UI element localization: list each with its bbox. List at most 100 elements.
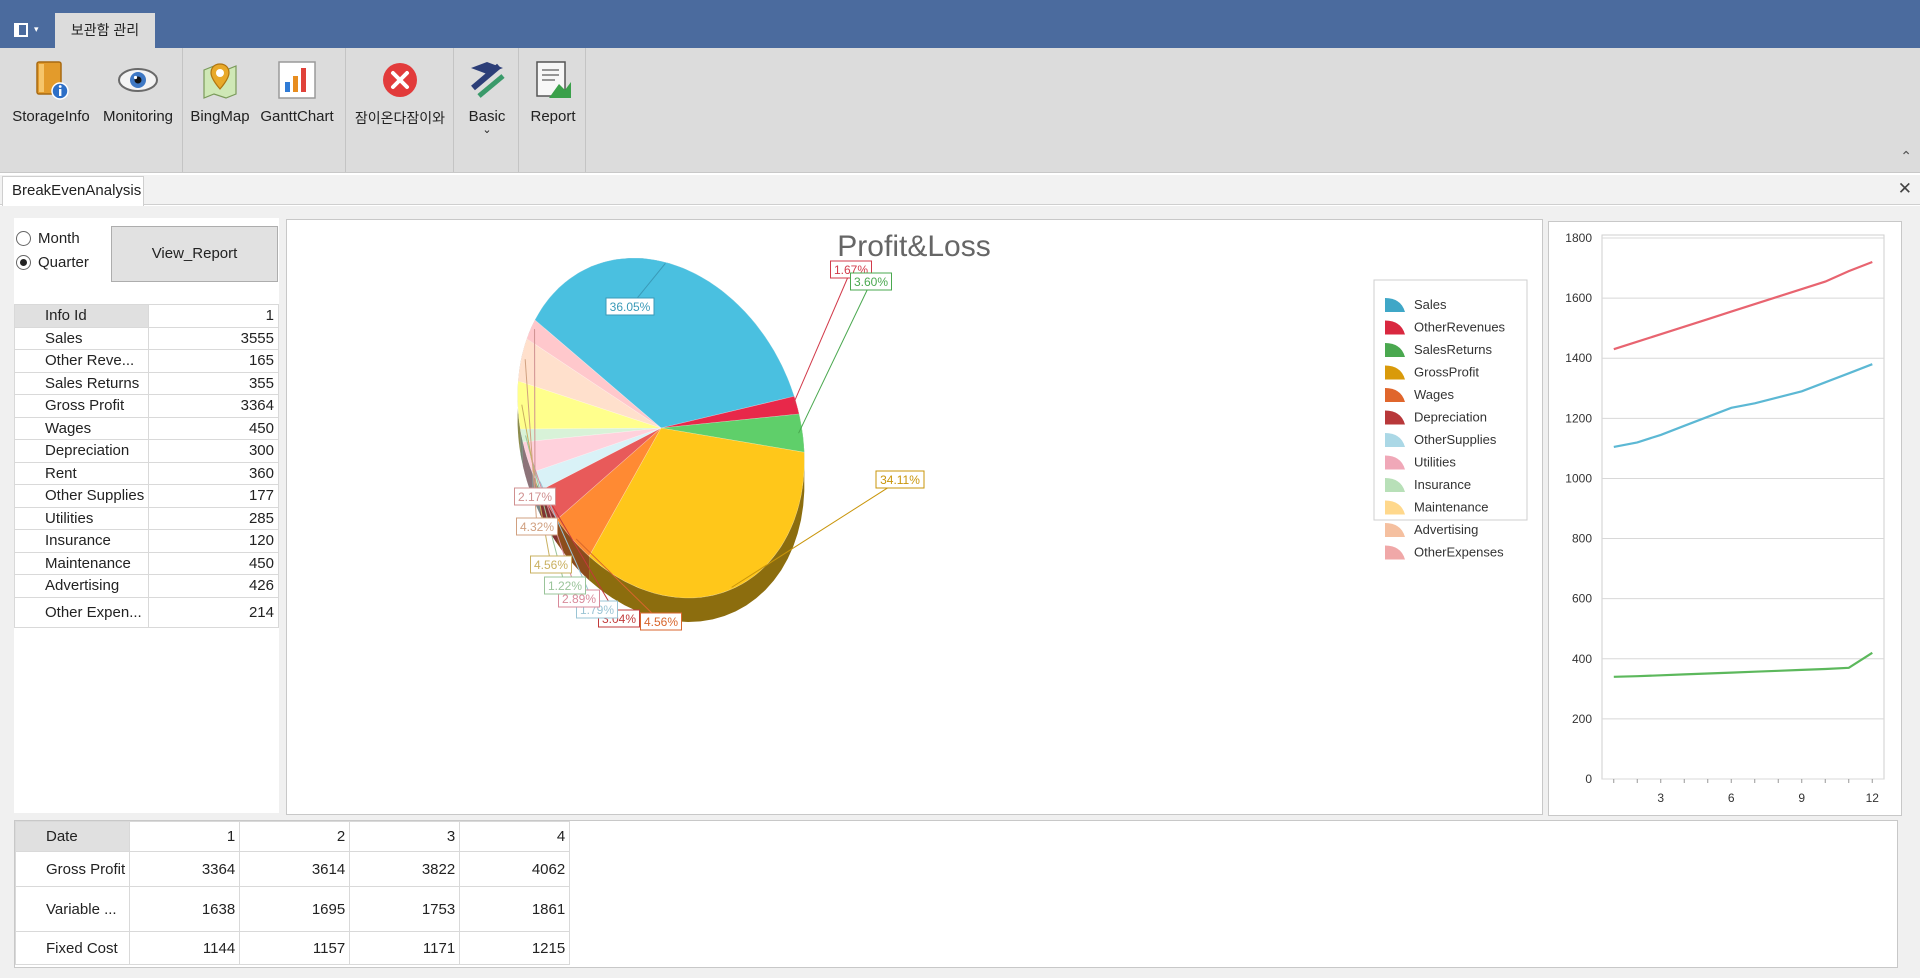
line-series-1[interactable] (1613, 260, 1873, 351)
info-table-value[interactable]: 355 (148, 371, 279, 395)
monitoring-button[interactable]: Monitoring (98, 58, 178, 125)
info-table-row[interactable]: Utilities 285 (13, 506, 279, 530)
storage-info-button[interactable]: StorageInfo (9, 58, 93, 125)
grid-cell[interactable]: 1753 (349, 886, 461, 932)
info-table-value[interactable]: 1 (148, 304, 279, 328)
line-series-3[interactable] (1613, 651, 1873, 678)
grid-row[interactable]: Fixed Cost 1144 1157 1171 1215 (14, 931, 571, 965)
grid-cell[interactable]: 3614 (239, 851, 351, 887)
bing-map-label: BingMap (190, 108, 250, 125)
ribbon-group-basic: Basic ⌄ (454, 48, 519, 172)
info-table-row[interactable]: Insurance 120 (13, 529, 279, 553)
info-table-value[interactable]: 360 (148, 461, 279, 485)
legend-item[interactable]: OtherSupplies (1414, 432, 1497, 447)
info-table-row[interactable]: Maintenance 450 (13, 551, 279, 575)
basic-icon (465, 58, 509, 102)
report-button[interactable]: Report (525, 58, 581, 125)
info-table-row[interactable]: Rent 360 (13, 461, 279, 485)
info-table-row[interactable]: Sales Returns 355 (13, 371, 279, 395)
info-table-value[interactable]: 214 (148, 596, 279, 628)
info-table-row[interactable]: Info Id 1 (13, 304, 279, 328)
legend-swatch (1385, 545, 1405, 560)
radio-month[interactable]: Month (16, 230, 80, 247)
legend-item[interactable]: Maintenance (1414, 500, 1488, 515)
x-tick-label: 3 (1657, 791, 1664, 805)
grid-cell[interactable]: 3822 (349, 851, 461, 887)
info-table-value[interactable]: 300 (148, 439, 279, 463)
info-table-row[interactable]: Other Expen... 214 (13, 596, 279, 628)
info-table-row[interactable]: Other Supplies 177 (13, 484, 279, 508)
info-table-value[interactable]: 285 (148, 506, 279, 530)
basic-label: Basic (468, 108, 506, 125)
grid-cell[interactable]: 1861 (459, 886, 571, 932)
radio-quarter[interactable]: Quarter (16, 254, 89, 271)
gantt-chart-button[interactable]: GanttChart (256, 58, 338, 125)
info-table-value[interactable]: 177 (148, 484, 279, 508)
grid-cell[interactable]: 1171 (349, 931, 461, 965)
legend-item[interactable]: GrossProfit (1414, 365, 1479, 380)
basic-dropdown-button[interactable]: Basic ⌄ (460, 58, 514, 136)
grid-row[interactable]: Gross Profit 3364 3614 3822 4062 (14, 851, 571, 887)
ribbon-tab-storage-management[interactable]: 보관함 관리 (55, 13, 155, 48)
info-table-row[interactable]: Other Reve... 165 (13, 349, 279, 373)
storage-info-label: StorageInfo (12, 108, 90, 125)
grid-cell[interactable]: 3364 (129, 851, 241, 887)
info-table-row[interactable]: Sales 3555 (13, 326, 279, 350)
info-table-row[interactable]: Advertising 426 (13, 574, 279, 598)
bing-map-button[interactable]: BingMap (189, 58, 251, 125)
pie-data-label: 3.60% (854, 275, 888, 289)
grid-cell[interactable]: 1144 (129, 931, 241, 965)
grid-cell[interactable]: 1695 (239, 886, 351, 932)
info-table-key: Info Id (13, 304, 150, 328)
monitoring-label: Monitoring (102, 108, 174, 125)
legend-item[interactable]: Utilities (1414, 455, 1456, 470)
pie-data-label: 2.17% (518, 490, 552, 504)
grid-header-cell: 1 (129, 821, 241, 852)
info-table-row[interactable]: Depreciation 300 (13, 439, 279, 463)
gantt-chart-icon (275, 58, 319, 102)
legend-item[interactable]: Wages (1414, 387, 1454, 402)
info-table-key: Depreciation (13, 439, 150, 463)
line-series-2[interactable] (1613, 363, 1873, 448)
close-icon[interactable]: ✕ (1898, 179, 1912, 199)
info-table-row[interactable]: Wages 450 (13, 416, 279, 440)
info-table-value[interactable]: 450 (148, 551, 279, 575)
app-menu-button[interactable]: ▾ (12, 20, 42, 42)
info-table-key: Advertising (13, 574, 150, 598)
document-tab-break-even-analysis[interactable]: BreakEvenAnalysis (2, 176, 144, 206)
legend-item[interactable]: SalesReturns (1414, 342, 1493, 357)
grid-cell[interactable]: 1215 (459, 931, 571, 965)
info-table-value[interactable]: 165 (148, 349, 279, 373)
chevron-down-icon: ⌄ (482, 124, 492, 136)
collapse-ribbon-icon[interactable]: ⌃ (1900, 148, 1912, 165)
view-report-button[interactable]: View_Report (111, 226, 278, 282)
grid-cell[interactable]: 1638 (129, 886, 241, 932)
grid-header-cell: 3 (349, 821, 461, 852)
info-table: Info Id 1 Sales 3555 Other Reve... 165 Sales R… (13, 304, 279, 628)
info-table-value[interactable]: 450 (148, 416, 279, 440)
grid-cell[interactable]: 1157 (239, 931, 351, 965)
legend-item[interactable]: Depreciation (1414, 410, 1487, 425)
pie-data-label: 4.56% (534, 558, 568, 572)
close-action-button[interactable]: 잠이온다잠이와 (353, 58, 447, 128)
legend-item[interactable]: Advertising (1414, 522, 1478, 537)
grid-cell[interactable]: 4062 (459, 851, 571, 887)
ribbon-group-report: Report (519, 48, 586, 172)
ribbon-group-views: BingMap GanttChart (183, 48, 346, 172)
grid-row[interactable]: Variable ... 1638 1695 1753 1861 (14, 886, 571, 932)
y-tick-label: 800 (1572, 532, 1592, 546)
report-label: Report (530, 108, 576, 125)
y-tick-label: 0 (1585, 772, 1592, 786)
legend-item[interactable]: OtherExpenses (1414, 545, 1504, 560)
legend-item[interactable]: Insurance (1414, 477, 1471, 492)
info-table-row[interactable]: Gross Profit 3364 (13, 394, 279, 418)
info-table-value[interactable]: 3364 (148, 394, 279, 418)
chart-title: Profit&Loss (837, 230, 990, 263)
info-table-value[interactable]: 426 (148, 574, 279, 598)
legend-item[interactable]: OtherRevenues (1414, 320, 1506, 335)
info-table-value[interactable]: 120 (148, 529, 279, 553)
info-table-value[interactable]: 3555 (148, 326, 279, 350)
break-even-grid-panel: Date 1 2 3 4 Gross Profit 3364 3614 3822 4062 Vari… (14, 820, 1898, 968)
report-icon (531, 58, 575, 102)
legend-item[interactable]: Sales (1414, 297, 1447, 312)
